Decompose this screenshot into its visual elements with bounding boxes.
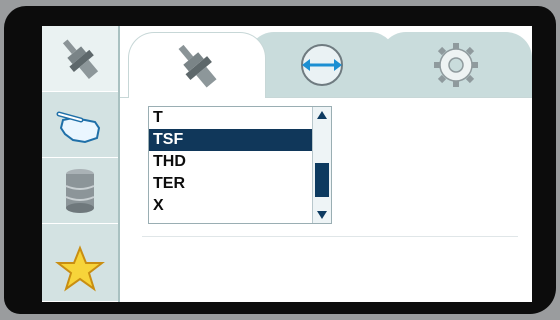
tab-bar bbox=[120, 26, 532, 98]
triangle-down-icon bbox=[317, 211, 327, 219]
sidebar bbox=[42, 26, 120, 302]
tab-settings[interactable] bbox=[380, 32, 532, 98]
tool-type-listbox[interactable]: T TSF THD TER X bbox=[148, 106, 332, 224]
tab-measure[interactable] bbox=[248, 32, 396, 98]
hand-pointer-icon bbox=[56, 111, 101, 143]
divider bbox=[142, 236, 518, 237]
sidebar-item-hand[interactable] bbox=[42, 92, 118, 158]
triangle-up-icon bbox=[317, 111, 327, 119]
list-item-selected[interactable]: TSF bbox=[149, 129, 313, 151]
tab-tool[interactable] bbox=[128, 32, 266, 98]
tool-holder-icon bbox=[62, 38, 99, 79]
scroll-thumb[interactable] bbox=[315, 163, 329, 197]
screen: T TSF THD TER X bbox=[42, 26, 532, 302]
sidebar-item-tool[interactable] bbox=[42, 26, 118, 92]
list-item[interactable]: TER bbox=[149, 173, 313, 195]
measure-arrows-icon bbox=[301, 44, 343, 86]
list-item[interactable]: THD bbox=[149, 151, 313, 173]
tool-type-list: T TSF THD TER X bbox=[149, 107, 313, 223]
tool-holder-icon bbox=[178, 44, 217, 88]
scrollbar[interactable] bbox=[312, 107, 331, 223]
list-item[interactable]: X bbox=[149, 195, 313, 217]
gear-icon bbox=[434, 43, 478, 87]
star-icon bbox=[55, 244, 105, 292]
scroll-down-button[interactable] bbox=[314, 208, 330, 222]
sidebar-item-favorites[interactable] bbox=[42, 236, 118, 302]
list-item[interactable]: T bbox=[149, 107, 313, 129]
sidebar-item-database[interactable] bbox=[42, 158, 118, 224]
database-icon bbox=[65, 168, 95, 213]
scroll-up-button[interactable] bbox=[314, 108, 330, 122]
